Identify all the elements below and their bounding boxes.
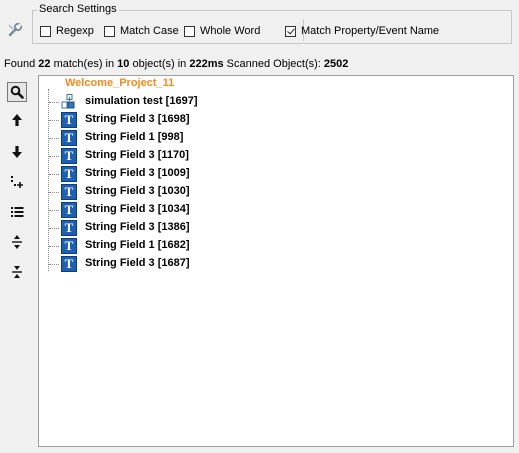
status-object-count: 10 [117, 58, 130, 70]
tree-item-label: String Field 3 [1698] [85, 113, 190, 125]
expand-all-button[interactable] [7, 232, 27, 252]
status-match-suffix: match(es) in [53, 58, 115, 70]
search-status: Found 22 match(es) in 10 object(s) in 22… [4, 58, 348, 70]
tree-root-label[interactable]: Welcome_Project_11 [65, 77, 174, 89]
next-match-button[interactable] [7, 142, 27, 162]
tree-item-label: String Field 3 [1034] [85, 203, 190, 215]
text-field-icon: T [61, 148, 77, 164]
search-settings-group: Search Settings Regexp Match Case Whole … [32, 3, 512, 44]
tree-item[interactable]: T String Field 3 [1170] [39, 147, 339, 165]
status-scanned-label: Scanned Object(s): [226, 58, 321, 70]
status-object-suffix: object(s) in [132, 58, 187, 70]
regexp-label: Regexp [56, 25, 94, 37]
list-icon [11, 207, 24, 217]
regexp-checkbox[interactable]: Regexp [40, 24, 94, 38]
previous-match-button[interactable] [7, 110, 27, 130]
tree-item[interactable]: T String Field 3 [1030] [39, 183, 339, 201]
whole-word-checkbox[interactable]: Whole Word [184, 24, 260, 38]
match-property-checkbox[interactable]: Match Property/Event Name [285, 24, 439, 38]
match-property-label: Match Property/Event Name [301, 25, 440, 37]
arrow-up-icon [12, 114, 22, 126]
collapse-icon [12, 266, 22, 278]
status-match-count: 22 [38, 58, 51, 70]
tree-item-label: String Field 1 [998] [85, 131, 184, 143]
match-case-label: Match Case [120, 25, 179, 37]
list-view-button[interactable] [7, 202, 27, 222]
match-case-checkbox-box[interactable] [104, 25, 115, 37]
tree-item-label: String Field 3 [1030] [85, 185, 190, 197]
search-settings-legend: Search Settings [37, 3, 119, 15]
status-found-prefix: Found [4, 58, 36, 70]
tree-branch-line [49, 246, 59, 247]
wrench-icon[interactable] [7, 22, 23, 38]
text-field-icon: T [61, 130, 77, 146]
status-time: 222ms [189, 58, 224, 70]
tree-branch-line [49, 228, 59, 229]
tree-item-label: simulation test [1697] [85, 95, 198, 107]
tree-item-label: String Field 3 [1687] [85, 257, 190, 269]
match-case-checkbox[interactable]: Match Case [104, 24, 179, 38]
text-field-icon: T [61, 166, 77, 182]
text-field-icon: T [61, 184, 77, 200]
tree-item[interactable]: T String Field 3 [1687] [39, 255, 339, 273]
search-button[interactable] [7, 82, 27, 102]
tree-branch-line [49, 102, 59, 103]
collapse-all-button[interactable] [7, 262, 27, 282]
tree-branch-line [49, 120, 59, 121]
tree-item[interactable]: T String Field 1 [998] [39, 129, 339, 147]
tree-branch-line [49, 264, 59, 265]
tree-item-label: String Field 3 [1386] [85, 221, 190, 233]
text-field-icon: T [61, 202, 77, 218]
add-node-button[interactable] [7, 172, 27, 192]
status-scanned-count: 2502 [323, 58, 349, 70]
tree-branch-line [49, 138, 59, 139]
tree-item[interactable]: simulation test [1697] [39, 93, 339, 111]
tree-branch-line [49, 210, 59, 211]
tree-item[interactable]: T String Field 3 [1034] [39, 201, 339, 219]
tree-item[interactable]: T String Field 3 [1386] [39, 219, 339, 237]
expand-icon [12, 235, 22, 249]
tree-item[interactable]: T String Field 3 [1009] [39, 165, 339, 183]
text-field-icon: T [61, 220, 77, 236]
text-field-icon: T [61, 112, 77, 128]
regexp-checkbox-box[interactable] [40, 25, 51, 37]
whole-word-checkbox-box[interactable] [184, 25, 195, 37]
tree-item[interactable]: T String Field 3 [1698] [39, 111, 339, 129]
tree-branch-line [49, 192, 59, 193]
tree-item-label: String Field 3 [1009] [85, 167, 190, 179]
tree-branch-line [49, 156, 59, 157]
text-field-icon: T [61, 238, 77, 254]
match-property-checkbox-box[interactable] [285, 25, 296, 37]
tree-branch-line [49, 174, 59, 175]
text-field-icon: T [61, 256, 77, 272]
tree-item[interactable]: T String Field 1 [1682] [39, 237, 339, 255]
whole-word-label: Whole Word [200, 25, 261, 37]
tree-item-label: String Field 1 [1682] [85, 239, 190, 251]
search-icon [10, 85, 24, 99]
simulation-icon [61, 94, 75, 109]
arrow-down-icon [12, 146, 22, 158]
tree-item-label: String Field 3 [1170] [85, 149, 189, 161]
results-tree[interactable]: Welcome_Project_11 simulation test [1697… [38, 75, 514, 447]
add-node-icon [11, 176, 23, 188]
